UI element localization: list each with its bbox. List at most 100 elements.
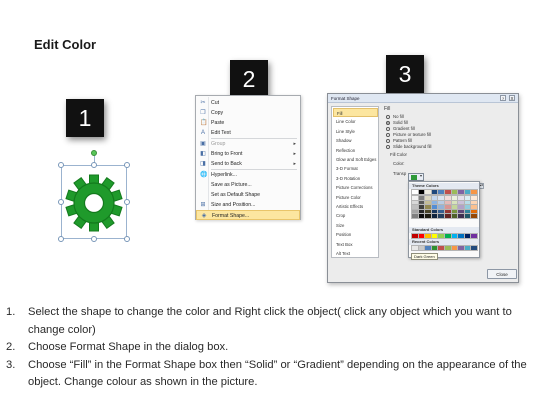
color-swatch[interactable] [457,245,465,251]
color-swatch[interactable] [444,195,452,201]
color-swatch[interactable] [450,245,459,251]
color-swatch[interactable] [444,233,452,239]
color-swatch[interactable] [437,189,445,195]
rotation-handle[interactable] [91,150,97,156]
radio-button[interactable] [386,132,390,137]
color-swatch[interactable] [411,208,419,215]
color-swatch[interactable] [437,199,445,206]
category-picture-color[interactable]: Picture Color [333,193,378,202]
category-fill[interactable]: Fill [333,108,378,117]
gear-icon[interactable] [63,170,125,236]
color-swatch[interactable] [444,245,452,251]
category-glow-and-soft-edges[interactable]: Glow and Soft Edges [333,155,378,164]
menu-item-copy[interactable]: ❐ Copy [196,108,300,118]
color-swatch[interactable] [424,208,432,215]
category-reflection[interactable]: Reflection [333,146,378,155]
fill-option-no-fill[interactable]: No fill [386,114,404,119]
category-alt-text[interactable]: Alt Text [333,249,378,258]
color-swatch[interactable] [457,204,465,210]
resize-handle-nw[interactable] [58,162,64,168]
close-button[interactable]: Close [487,269,517,279]
color-swatch[interactable] [457,195,465,201]
help-button[interactable]: ? [500,95,506,101]
color-swatch[interactable] [450,199,459,206]
color-swatch[interactable] [417,233,426,239]
fill-option-gradient-fill[interactable]: Gradient fill [386,126,415,131]
menu-item-size-and-position[interactable]: ⊞ Size and Position... [196,200,300,210]
color-swatch[interactable] [424,199,432,206]
color-swatch[interactable] [463,195,472,201]
color-swatch[interactable] [411,204,419,210]
fill-option-slide-background-fill[interactable]: Slide background fill [386,144,431,149]
color-swatch[interactable] [463,213,472,219]
color-swatch[interactable] [411,213,419,219]
color-swatch[interactable] [424,195,432,201]
color-swatch[interactable] [450,213,459,219]
menu-item-send-to-back[interactable]: ◨ Send to Back ▸ [196,159,300,169]
color-swatch[interactable] [444,208,452,215]
color-swatch[interactable] [417,213,426,219]
color-swatch[interactable] [457,233,465,239]
category-line-style[interactable]: Line Style [333,127,378,136]
color-swatch[interactable] [430,189,439,195]
color-swatch[interactable] [437,208,445,215]
category-crop[interactable]: Crop [333,211,378,220]
resize-handle-se[interactable] [124,236,130,242]
resize-handle-s[interactable] [91,236,97,242]
color-swatch[interactable] [424,233,432,239]
menu-item-group[interactable]: ▣ Group ▸ [196,139,300,149]
menu-item-cut[interactable]: ✂ Cut [196,98,300,108]
color-swatch[interactable] [457,213,465,219]
menu-item-edit-text[interactable]: A Edit Text [196,128,300,138]
color-swatch[interactable] [444,204,452,210]
radio-button[interactable] [386,138,390,143]
color-swatch[interactable] [444,213,452,219]
resize-handle-sw[interactable] [58,236,64,242]
color-swatch[interactable] [430,245,439,251]
resize-handle-w[interactable] [58,199,64,205]
color-swatch[interactable] [470,204,478,210]
category-picture-corrections[interactable]: Picture Corrections [333,183,378,192]
color-swatch[interactable] [463,245,472,251]
color-swatch[interactable] [457,208,465,215]
color-swatch[interactable] [470,245,478,251]
color-swatch[interactable] [430,195,439,201]
color-swatch[interactable] [417,189,426,195]
color-swatch[interactable] [430,199,439,206]
color-swatch[interactable] [450,204,459,210]
color-swatch[interactable] [424,245,432,251]
color-picker-button[interactable]: ▾ [408,173,424,181]
color-swatch[interactable] [424,213,432,219]
color-swatch[interactable] [417,208,426,215]
color-swatch[interactable] [444,189,452,195]
color-swatch[interactable] [463,204,472,210]
resize-handle-n[interactable] [91,162,97,168]
color-swatch[interactable] [470,233,478,239]
color-swatch[interactable] [470,208,478,215]
color-swatch[interactable] [463,189,472,195]
color-swatch[interactable] [411,189,419,195]
category-position[interactable]: Position [333,230,378,239]
color-swatch[interactable] [450,195,459,201]
category-size[interactable]: Size [333,221,378,230]
menu-item-format-shape[interactable]: ◈ Format Shape... [196,210,300,220]
color-swatch[interactable] [450,233,459,239]
radio-button[interactable] [386,120,390,125]
color-swatch[interactable] [411,199,419,206]
radio-button[interactable] [386,126,390,131]
radio-button[interactable] [386,144,390,149]
color-swatch[interactable] [417,204,426,210]
menu-item-hyperlink[interactable]: 🌐 Hyperlink... [196,170,300,180]
menu-item-bring-to-front[interactable]: ◧ Bring to Front ▸ [196,149,300,159]
color-swatch[interactable] [430,208,439,215]
color-swatch[interactable] [417,195,426,201]
color-swatch[interactable] [437,245,445,251]
color-swatch[interactable] [424,189,432,195]
color-swatch[interactable] [430,204,439,210]
color-swatch[interactable] [470,213,478,219]
color-swatch[interactable] [411,195,419,201]
category-artistic-effects[interactable]: Artistic Effects [333,202,378,211]
category-text-box[interactable]: Text Box [333,240,378,249]
color-swatch[interactable] [417,245,426,251]
color-swatch[interactable] [470,189,478,195]
